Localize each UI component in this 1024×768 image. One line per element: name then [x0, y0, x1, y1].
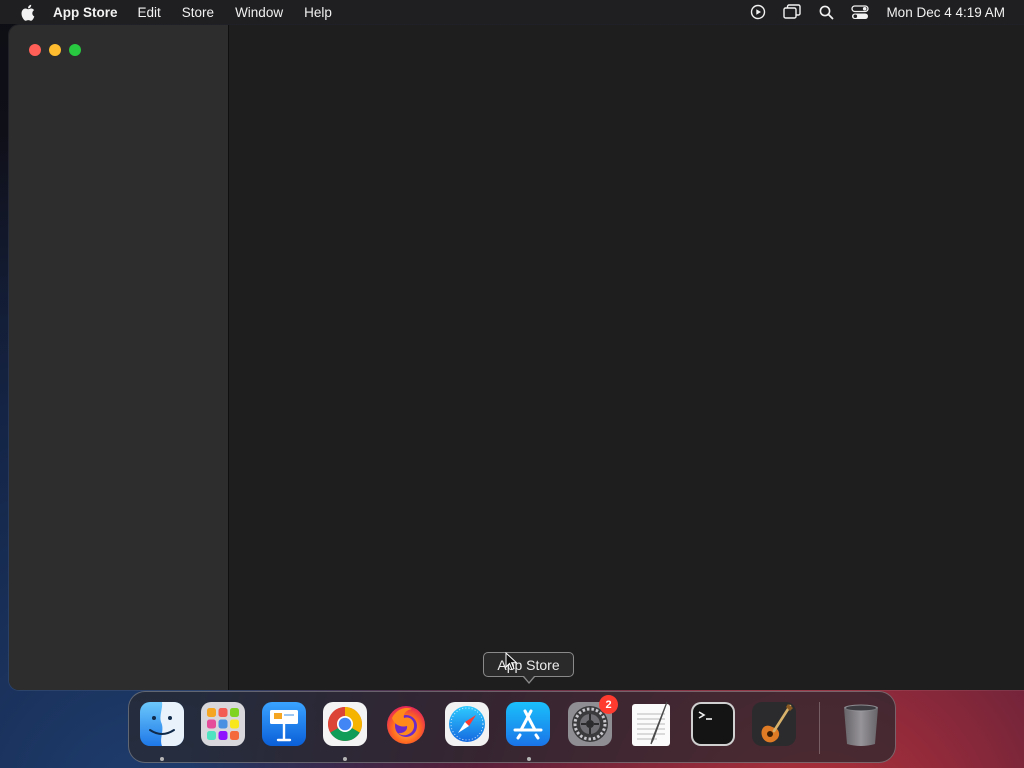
app-store-window: [9, 25, 1024, 690]
apple-menu-icon[interactable]: [19, 4, 35, 21]
launchpad-icon: [201, 702, 245, 746]
trash-icon: [844, 704, 878, 746]
control-center-icon[interactable]: [850, 2, 870, 22]
running-indicator: [343, 757, 347, 761]
dock-separator: [819, 702, 820, 754]
menu-bar-clock[interactable]: Mon Dec 4 4:19 AM: [886, 5, 1005, 20]
dock-item-safari[interactable]: [443, 700, 491, 750]
keynote-icon: [262, 702, 306, 746]
menu-help[interactable]: Help: [304, 5, 332, 20]
dock-item-textedit[interactable]: [627, 700, 675, 750]
running-indicator: [160, 757, 164, 761]
app-store-icon: [506, 702, 550, 746]
menu-bar: App Store Edit Store Window Help Mon Dec…: [0, 0, 1024, 24]
tooltip-arrow-fill: [524, 676, 534, 682]
sidebar: [9, 25, 229, 690]
screen-mirroring-icon[interactable]: [782, 2, 802, 22]
finder-icon: [140, 702, 184, 746]
window-minimize-button[interactable]: [49, 44, 61, 56]
garageband-icon: [752, 702, 796, 746]
window-close-button[interactable]: [29, 44, 41, 56]
menu-edit[interactable]: Edit: [138, 5, 161, 20]
menu-store[interactable]: Store: [182, 5, 214, 20]
dock-item-system-settings[interactable]: 2: [566, 695, 618, 750]
dock-item-finder[interactable]: [138, 700, 186, 750]
dock-item-launchpad[interactable]: [199, 700, 247, 750]
terminal-icon: [691, 702, 735, 746]
dock: 2: [128, 691, 896, 763]
safari-icon: [445, 702, 489, 746]
chrome-icon: [323, 702, 367, 746]
running-indicator: [527, 757, 531, 761]
dock-item-trash[interactable]: [837, 700, 885, 750]
dock-tooltip: App Store: [483, 652, 574, 677]
dock-item-firefox[interactable]: [382, 700, 430, 750]
dock-item-chrome[interactable]: [321, 700, 369, 750]
dock-item-garageband[interactable]: [750, 700, 798, 750]
menu-app-name[interactable]: App Store: [53, 5, 118, 20]
textedit-icon: [632, 701, 670, 746]
firefox-icon: [387, 706, 425, 744]
dock-item-app-store[interactable]: [504, 700, 552, 750]
dock-item-terminal[interactable]: [689, 700, 737, 750]
screen-recording-icon[interactable]: [748, 2, 768, 22]
mouse-cursor-icon: [505, 652, 518, 671]
main-content: [230, 25, 1024, 690]
spotlight-search-icon[interactable]: [816, 2, 836, 22]
menu-window[interactable]: Window: [235, 5, 283, 20]
notification-badge: 2: [599, 695, 618, 714]
dock-item-keynote[interactable]: [260, 700, 308, 750]
window-zoom-button[interactable]: [69, 44, 81, 56]
